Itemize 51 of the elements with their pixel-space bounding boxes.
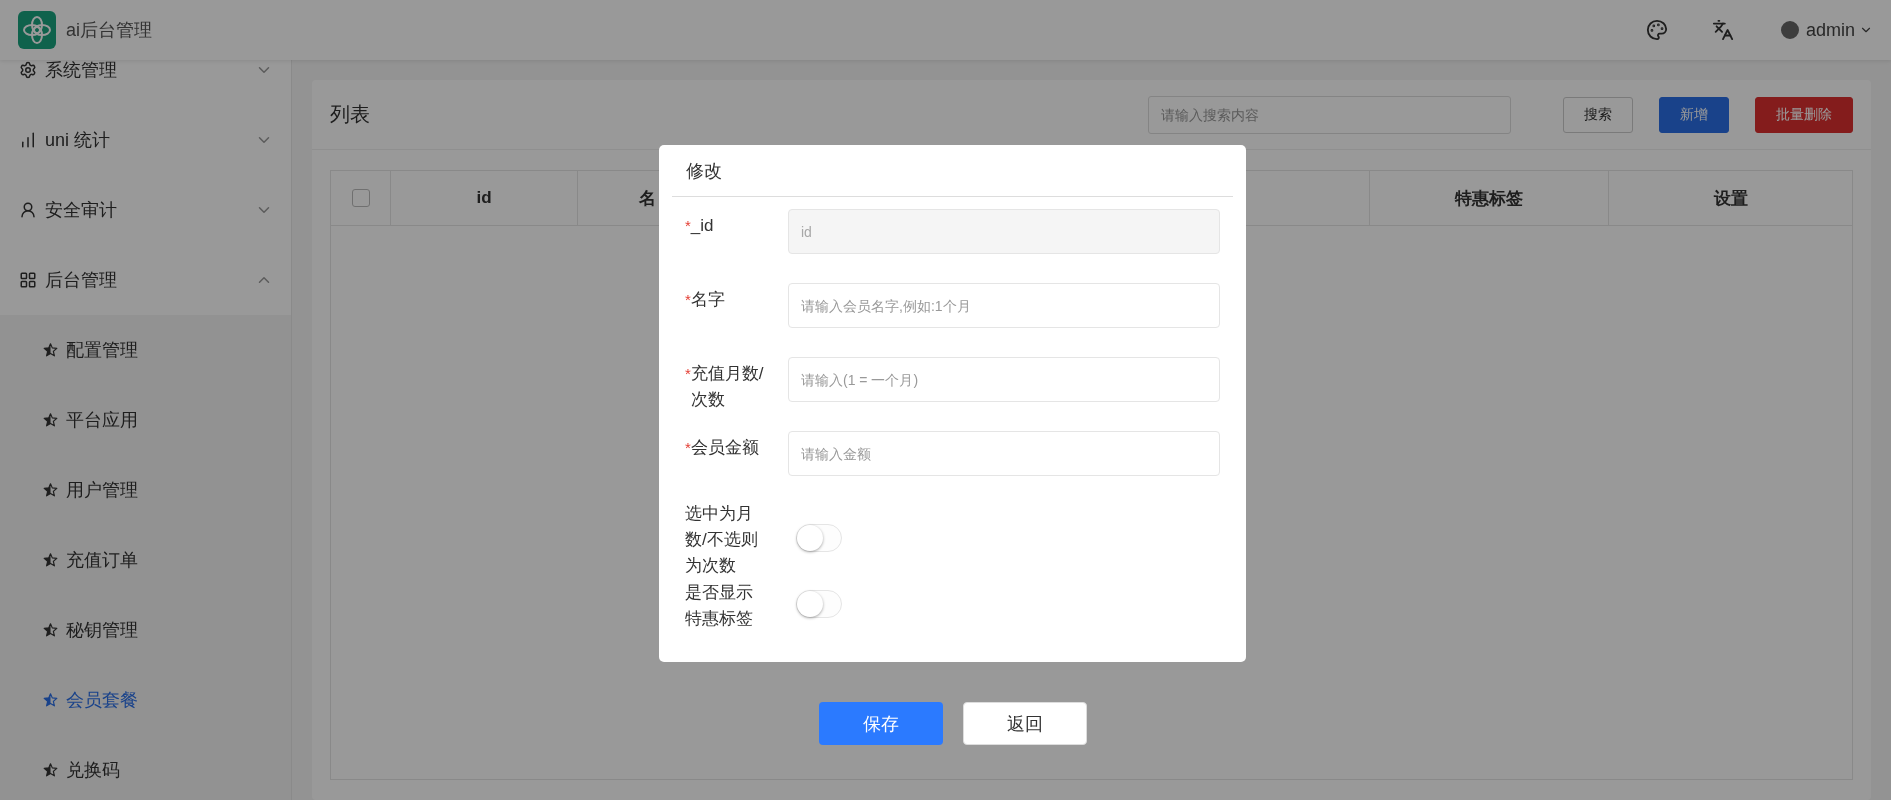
select-all-checkbox[interactable] [351, 189, 370, 207]
field-label: 是否显示特惠标签 [685, 582, 754, 630]
sidebar-subitem[interactable]: 平台应用 [0, 385, 291, 455]
sidebar-subitem[interactable]: 配置管理 [0, 315, 291, 385]
save-button[interactable]: 保存 [819, 702, 943, 745]
list-title: 列表 [330, 102, 371, 127]
half-star-icon [43, 553, 58, 567]
column-header: 名 [639, 187, 656, 210]
half-star-icon [43, 623, 58, 637]
required-mark: * [685, 365, 691, 384]
sidebar-subitem[interactable]: 用户管理 [0, 455, 291, 525]
translate-icon[interactable] [1711, 19, 1734, 41]
field-label: 名字 [690, 289, 726, 311]
toggle-switch[interactable] [796, 590, 842, 618]
settings-icon [19, 61, 37, 79]
grid-icon [19, 271, 37, 289]
sidebar-subitem[interactable]: 会员套餐 [0, 665, 291, 735]
half-star-icon [43, 693, 58, 707]
logo-icon [18, 11, 56, 49]
half-star-icon [43, 343, 58, 357]
field-label: 选中为月数/不选则为次数 [685, 503, 759, 577]
input-field[interactable]: 请输入(1 = 一个月) [788, 357, 1220, 402]
user-menu[interactable]: admin [1777, 18, 1873, 42]
column-header: id [476, 188, 492, 208]
add-button[interactable]: 新增 [1659, 96, 1729, 133]
half-star-icon [43, 413, 58, 427]
search-button[interactable]: 搜索 [1563, 96, 1633, 133]
sidebar-subitem[interactable]: 充值订单 [0, 525, 291, 595]
user-icon [19, 201, 37, 219]
input-field[interactable]: 请输入会员名字,例如:1个月 [788, 283, 1220, 328]
dialog-title: 修改 [686, 159, 722, 183]
sidebar-subitem[interactable]: 秘钥管理 [0, 595, 291, 665]
field-label: 会员金额 [690, 437, 760, 459]
toggle-switch[interactable] [796, 524, 842, 552]
column-header: 特惠标签 [1455, 187, 1523, 210]
sidebar-subitem[interactable]: 兑换码 [0, 735, 291, 800]
batch-delete-button[interactable]: 批量删除 [1755, 96, 1853, 133]
input-field[interactable]: 请输入金额 [788, 431, 1220, 476]
app-title: ai后台管理 [66, 19, 152, 42]
palette-icon[interactable] [1645, 19, 1668, 41]
required-mark: * [685, 216, 691, 236]
required-mark: * [685, 438, 691, 458]
column-header: 设置 [1713, 187, 1748, 210]
half-star-icon [43, 483, 58, 497]
required-mark: * [685, 290, 691, 310]
half-star-icon [43, 763, 58, 777]
field-label: 充值月数/次数 [690, 363, 765, 411]
back-button[interactable]: 返回 [963, 702, 1087, 745]
field-label: _id [690, 215, 715, 237]
search-field[interactable]: 请输入搜索内容 [1148, 95, 1511, 134]
bar-chart-icon [19, 131, 37, 149]
